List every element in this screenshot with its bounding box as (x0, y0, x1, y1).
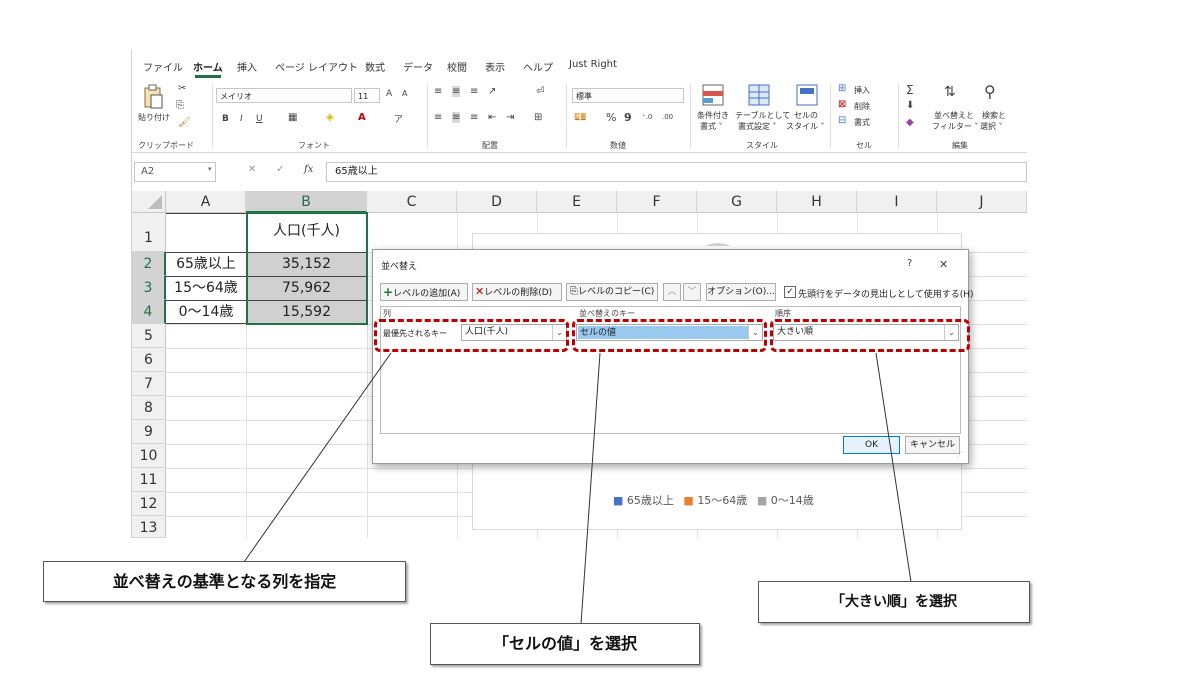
callout-order: 「大きい順」を選択 (758, 581, 1030, 623)
callout-sort-on: 「セルの値」を選択 (430, 623, 700, 665)
callout-column: 並べ替えの基準となる列を指定 (43, 561, 406, 602)
